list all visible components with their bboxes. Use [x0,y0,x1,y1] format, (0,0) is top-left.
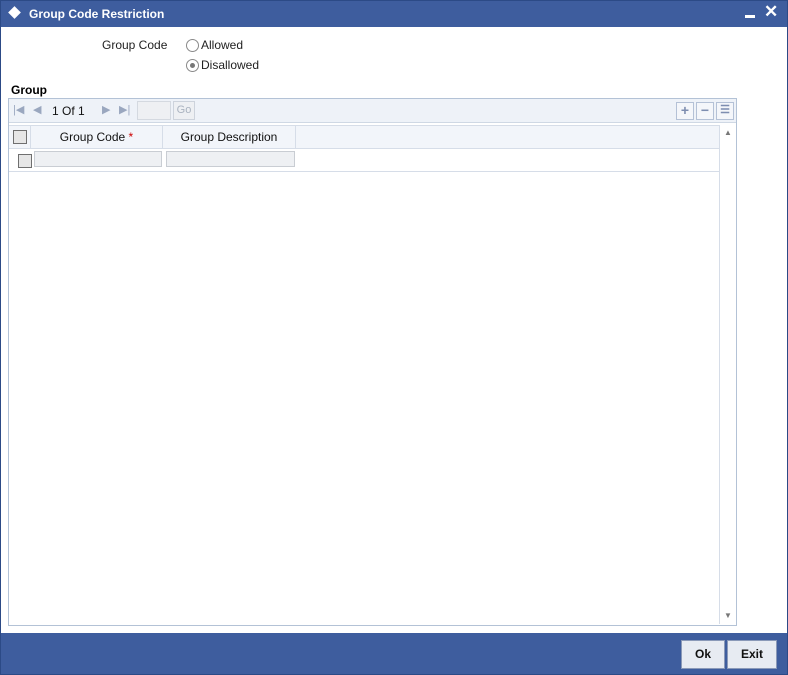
last-page-icon[interactable]: ▶| [119,103,130,116]
grid-navigation-bar: |◀ ◀ 1 Of 1 ▶ ▶| Go + − ☰ [9,99,736,123]
footer-bar: Ok Exit [1,633,787,674]
ok-button[interactable]: Ok [681,640,725,669]
group-grid: |◀ ◀ 1 Of 1 ▶ ▶| Go + − ☰ Group Code * G… [8,98,737,626]
table-row [9,148,719,172]
column-header-group-code[interactable]: Group Code * [31,126,163,148]
close-icon[interactable]: ✕ [764,2,778,22]
group-description-input[interactable] [166,151,295,167]
page-of-label: Of [62,104,75,118]
go-button[interactable]: Go [173,101,195,120]
dialog-window: Group Code Restriction ✕ Group Code Allo… [0,0,788,675]
title-bar[interactable]: Group Code Restriction ✕ [1,1,787,27]
page-info: 1 Of 1 [52,104,85,118]
current-page: 1 [52,104,59,118]
diamond-icon [8,6,21,19]
disallowed-radio[interactable] [186,59,199,72]
scroll-down-icon[interactable]: ▼ [724,611,732,620]
required-indicator: * [128,130,134,144]
allowed-radio[interactable] [186,39,199,52]
group-code-label: Group Code [102,38,168,52]
first-page-icon[interactable]: |◀ [13,103,24,116]
previous-page-icon[interactable]: ◀ [33,103,41,116]
select-all-cell [9,126,31,148]
select-all-checkbox[interactable] [13,130,27,144]
column-header-group-description[interactable]: Group Description [163,126,296,148]
add-row-icon[interactable]: + [676,102,694,120]
total-pages: 1 [78,104,85,118]
single-view-icon[interactable]: ☰ [716,102,734,120]
disallowed-radio-label[interactable]: Disallowed [201,58,259,72]
next-page-icon[interactable]: ▶ [102,103,110,116]
grid-header-row: Group Code * Group Description [9,125,719,149]
minimize-icon[interactable] [745,15,755,18]
group-code-input[interactable] [34,151,162,167]
window-title: Group Code Restriction [29,7,165,21]
vertical-scrollbar[interactable]: ▲ ▼ [719,125,736,624]
exit-button[interactable]: Exit [727,640,777,669]
delete-row-icon[interactable]: − [696,102,714,120]
page-number-input[interactable] [137,101,171,120]
group-code-header-label: Group Code [59,130,126,144]
group-section-title: Group [11,83,47,97]
scroll-up-icon[interactable]: ▲ [724,128,732,137]
allowed-radio-label[interactable]: Allowed [201,38,243,52]
row-select-checkbox[interactable] [18,154,32,168]
